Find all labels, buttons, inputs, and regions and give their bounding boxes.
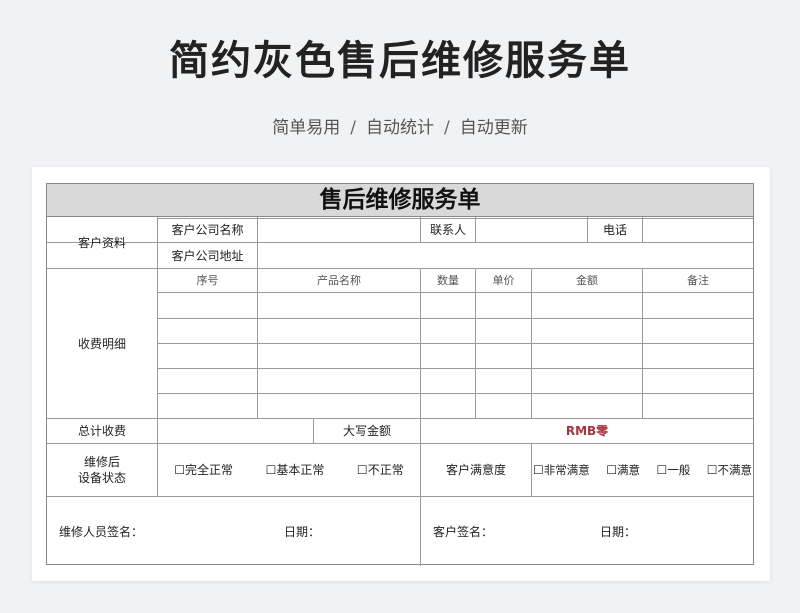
column-header: 备注 xyxy=(687,273,709,287)
satisfaction-option-very-satisfied[interactable]: ☐非常满意 xyxy=(533,462,590,478)
column-header: 单价 xyxy=(492,273,515,287)
status-option-mostly-normal[interactable]: ☐基本正常 xyxy=(266,462,325,478)
checkbox-icon: ☐ xyxy=(606,463,617,477)
checkbox-icon: ☐ xyxy=(706,463,718,477)
checkbox-icon: ☐ xyxy=(356,463,368,477)
status-option-normal[interactable]: ☐完全正常 xyxy=(174,462,233,478)
company-name-field[interactable] xyxy=(258,217,420,242)
status-option-abnormal[interactable]: ☐不正常 xyxy=(357,462,404,478)
satisfaction-options: ☐非常满意 ☐满意 ☐一般 ☐不满意 xyxy=(532,444,753,496)
checkbox-icon: ☐ xyxy=(656,463,668,477)
column-header: 金额 xyxy=(576,273,598,287)
grid-line xyxy=(158,393,753,394)
subtitle-item: 自动更新 xyxy=(459,118,528,138)
column-header: 数量 xyxy=(437,273,459,287)
amount-in-words-value: RMB零 xyxy=(565,424,609,438)
device-status-options: ☐完全正常 ☐基本正常 ☐不正常 xyxy=(158,444,420,496)
contact-label: 联系人 xyxy=(429,222,466,237)
technician-date-label: 日期： xyxy=(284,524,321,539)
grid-line xyxy=(158,343,753,344)
company-address-label: 客户公司地址 xyxy=(171,248,244,263)
device-status-label-line2: 设备状态 xyxy=(77,471,126,485)
subtitle-item: 简单易用 xyxy=(272,118,341,138)
satisfaction-option-average[interactable]: ☐一般 xyxy=(656,462,690,478)
device-status-label: 维修后 设备状态 xyxy=(47,444,157,496)
total-charge-field[interactable] xyxy=(158,419,313,443)
satisfaction-option-satisfied[interactable]: ☐满意 xyxy=(606,462,640,478)
checkbox-icon: ☐ xyxy=(533,463,544,477)
company-name-label: 客户公司名称 xyxy=(171,222,244,237)
device-status-label-line1: 维修后 xyxy=(83,455,120,469)
checkbox-icon: ☐ xyxy=(265,463,277,477)
grid-line xyxy=(158,368,753,369)
phone-field[interactable] xyxy=(643,217,753,242)
satisfaction-label: 客户满意度 xyxy=(445,463,506,477)
column-header: 产品名称 xyxy=(317,273,361,287)
technician-signature-label: 维修人员签名： xyxy=(59,524,144,539)
service-form: 售后维修服务单 客户资料 客户公司名称 联系人 电话 客户公司地址 收费明细 序… xyxy=(46,183,754,566)
form-title: 售后维修服务单 xyxy=(47,184,753,217)
total-charge-label: 总计收费 xyxy=(77,424,126,438)
charges-section-label: 收费明细 xyxy=(77,336,126,351)
customer-section-label: 客户资料 xyxy=(77,235,126,250)
company-address-field[interactable] xyxy=(258,243,753,268)
grid-line xyxy=(158,318,753,319)
subtitle-separator: / xyxy=(444,118,450,138)
subtitle-separator: / xyxy=(350,118,356,138)
page-subtitle: 简单易用 / 自动统计 / 自动更新 xyxy=(0,113,800,138)
customer-signature-label: 客户签名： xyxy=(433,524,494,539)
contact-field[interactable] xyxy=(476,217,587,242)
customer-date-label: 日期： xyxy=(600,524,637,539)
checkbox-icon: ☐ xyxy=(174,463,186,477)
phone-label: 电话 xyxy=(602,222,627,237)
column-header: 序号 xyxy=(196,273,219,287)
satisfaction-option-unsatisfied[interactable]: ☐不满意 xyxy=(707,462,752,478)
grid-line xyxy=(158,292,753,293)
amount-in-words-label: 大写金额 xyxy=(342,424,391,438)
page-title: 简约灰色售后维修服务单 xyxy=(169,38,631,84)
form-sheet: 售后维修服务单 客户资料 客户公司名称 联系人 电话 客户公司地址 收费明细 序… xyxy=(32,167,770,581)
subtitle-item: 自动统计 xyxy=(366,118,434,138)
